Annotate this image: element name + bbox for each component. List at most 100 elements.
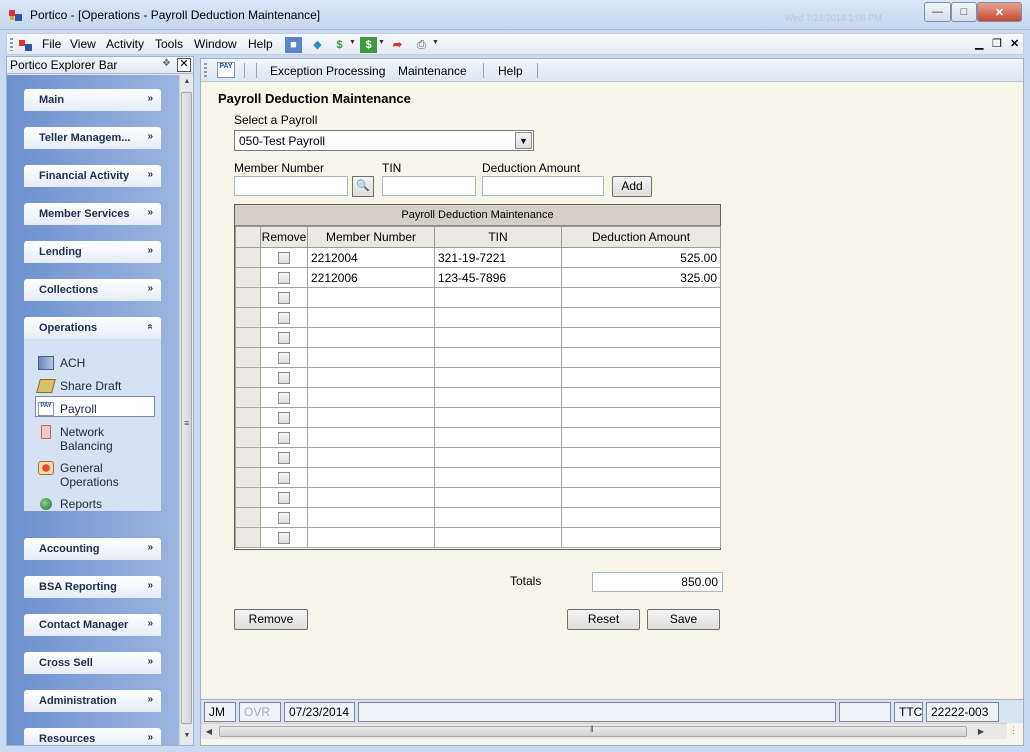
member-number-cell[interactable] <box>307 527 435 548</box>
tin-cell[interactable] <box>434 367 562 388</box>
tin-input[interactable] <box>382 176 476 196</box>
tin-cell[interactable] <box>434 487 562 508</box>
remove-checkbox[interactable] <box>278 252 290 265</box>
dollar-dropdown-icon[interactable]: ▼ <box>349 39 356 46</box>
menu-view[interactable]: View <box>70 37 96 51</box>
remove-button[interactable]: Remove <box>234 609 308 630</box>
column-header-remove[interactable]: Remove <box>260 226 308 248</box>
group-collections[interactable]: Collections» <box>24 279 161 301</box>
tin-cell[interactable] <box>434 507 562 528</box>
deduction-amount-cell[interactable] <box>561 487 721 508</box>
member-number-cell[interactable] <box>307 427 435 448</box>
tin-cell[interactable] <box>434 307 562 328</box>
tag-toolbar-icon[interactable]: ◆ <box>309 37 326 53</box>
mdi-close-icon[interactable]: ✕ <box>1010 37 1019 50</box>
row-header[interactable] <box>235 327 261 348</box>
reset-button[interactable]: Reset <box>567 609 640 630</box>
row-header[interactable] <box>235 487 261 508</box>
member-number-cell[interactable] <box>307 287 435 308</box>
table-row[interactable] <box>235 387 721 408</box>
remove-checkbox-cell[interactable] <box>260 407 308 428</box>
row-header[interactable] <box>235 307 261 328</box>
mdi-restore-icon[interactable]: ❐ <box>992 37 1002 50</box>
deduction-amount-cell[interactable] <box>561 347 721 368</box>
mdi-child-icon[interactable] <box>18 37 34 53</box>
column-header-deduction-amount[interactable]: Deduction Amount <box>561 226 721 248</box>
menubar-grip[interactable] <box>10 38 13 51</box>
row-header[interactable] <box>235 347 261 368</box>
remove-checkbox-cell[interactable] <box>260 247 308 268</box>
scroll-up-icon[interactable]: ▲ <box>180 75 194 89</box>
table-row[interactable]: 2212006 123-45-7896 325.00 <box>235 267 721 288</box>
menu-window[interactable]: Window <box>194 37 237 51</box>
column-header-tin[interactable]: TIN <box>434 226 562 248</box>
group-lending[interactable]: Lending» <box>24 241 161 263</box>
table-row[interactable] <box>235 307 721 328</box>
printer-dropdown-icon[interactable]: ▼ <box>432 39 439 46</box>
remove-checkbox[interactable] <box>278 352 290 365</box>
remove-checkbox-cell[interactable] <box>260 447 308 468</box>
scroll-right-icon[interactable]: ▶ <box>973 724 989 740</box>
group-member-services[interactable]: Member Services» <box>24 203 161 225</box>
remove-checkbox-cell[interactable] <box>260 307 308 328</box>
menu-file[interactable]: File <box>42 37 61 51</box>
deduction-amount-cell[interactable] <box>561 527 721 548</box>
members-toolbar-icon[interactable]: ■ <box>285 37 302 53</box>
member-number-cell[interactable] <box>307 507 435 528</box>
group-main[interactable]: Main» <box>24 89 161 111</box>
deduction-amount-cell[interactable] <box>561 407 721 428</box>
remove-checkbox[interactable] <box>278 372 290 385</box>
resize-grip-icon[interactable]: ⋮ <box>1009 725 1018 736</box>
deduction-amount-cell[interactable] <box>561 287 721 308</box>
remove-checkbox[interactable] <box>278 332 290 345</box>
table-row[interactable] <box>235 327 721 348</box>
row-header[interactable] <box>235 527 261 548</box>
table-row[interactable] <box>235 447 721 468</box>
redo-arrow-toolbar-icon[interactable]: ➦ <box>389 37 406 53</box>
table-row[interactable] <box>235 367 721 388</box>
remove-checkbox-cell[interactable] <box>260 507 308 528</box>
tin-cell[interactable] <box>434 447 562 468</box>
save-button[interactable]: Save <box>647 609 720 630</box>
row-header[interactable] <box>235 287 261 308</box>
group-operations[interactable]: Operations» <box>24 317 161 339</box>
menu-activity[interactable]: Activity <box>106 37 144 51</box>
member-number-input[interactable] <box>234 176 348 196</box>
explorer-scrollbar[interactable]: ▲ ≡ ▼ <box>179 75 193 745</box>
remove-checkbox[interactable] <box>278 532 290 545</box>
tin-cell[interactable] <box>434 287 562 308</box>
group-teller-management[interactable]: Teller Managem...» <box>24 127 161 149</box>
remove-checkbox[interactable] <box>278 292 290 305</box>
member-number-cell[interactable]: 2212006 <box>307 267 435 288</box>
scroll-left-icon[interactable]: ◀ <box>201 724 217 740</box>
remove-checkbox[interactable] <box>278 512 290 525</box>
menu-module-help[interactable]: Help <box>498 64 523 78</box>
table-row[interactable] <box>235 467 721 488</box>
remove-checkbox[interactable] <box>278 492 290 505</box>
deduction-amount-cell[interactable] <box>561 307 721 328</box>
table-row[interactable] <box>235 507 721 528</box>
remove-checkbox[interactable] <box>278 432 290 445</box>
pin-icon[interactable]: ❖ <box>162 58 176 72</box>
group-cross-sell[interactable]: Cross Sell» <box>24 652 161 674</box>
tin-cell[interactable] <box>434 427 562 448</box>
remove-checkbox-cell[interactable] <box>260 427 308 448</box>
member-number-cell[interactable] <box>307 347 435 368</box>
group-accounting[interactable]: Accounting» <box>24 538 161 560</box>
group-administration[interactable]: Administration» <box>24 690 161 712</box>
group-bsa-reporting[interactable]: BSA Reporting» <box>24 576 161 598</box>
deduction-amount-cell[interactable] <box>561 387 721 408</box>
tin-cell[interactable]: 123-45-7896 <box>434 267 562 288</box>
remove-checkbox-cell[interactable] <box>260 367 308 388</box>
menu-help[interactable]: Help <box>248 37 273 51</box>
hscroll-thumb[interactable]: ‖ <box>219 724 967 737</box>
close-button[interactable]: ✕ <box>977 2 1022 22</box>
tin-cell[interactable] <box>434 527 562 548</box>
row-header[interactable] <box>235 267 261 288</box>
remove-checkbox-cell[interactable] <box>260 387 308 408</box>
scrollbar-thumb[interactable]: ≡ <box>181 92 192 724</box>
row-header[interactable] <box>235 507 261 528</box>
row-header[interactable] <box>235 467 261 488</box>
explorer-close-icon[interactable]: ✕ <box>177 58 191 72</box>
deduction-amount-input[interactable] <box>482 176 604 196</box>
